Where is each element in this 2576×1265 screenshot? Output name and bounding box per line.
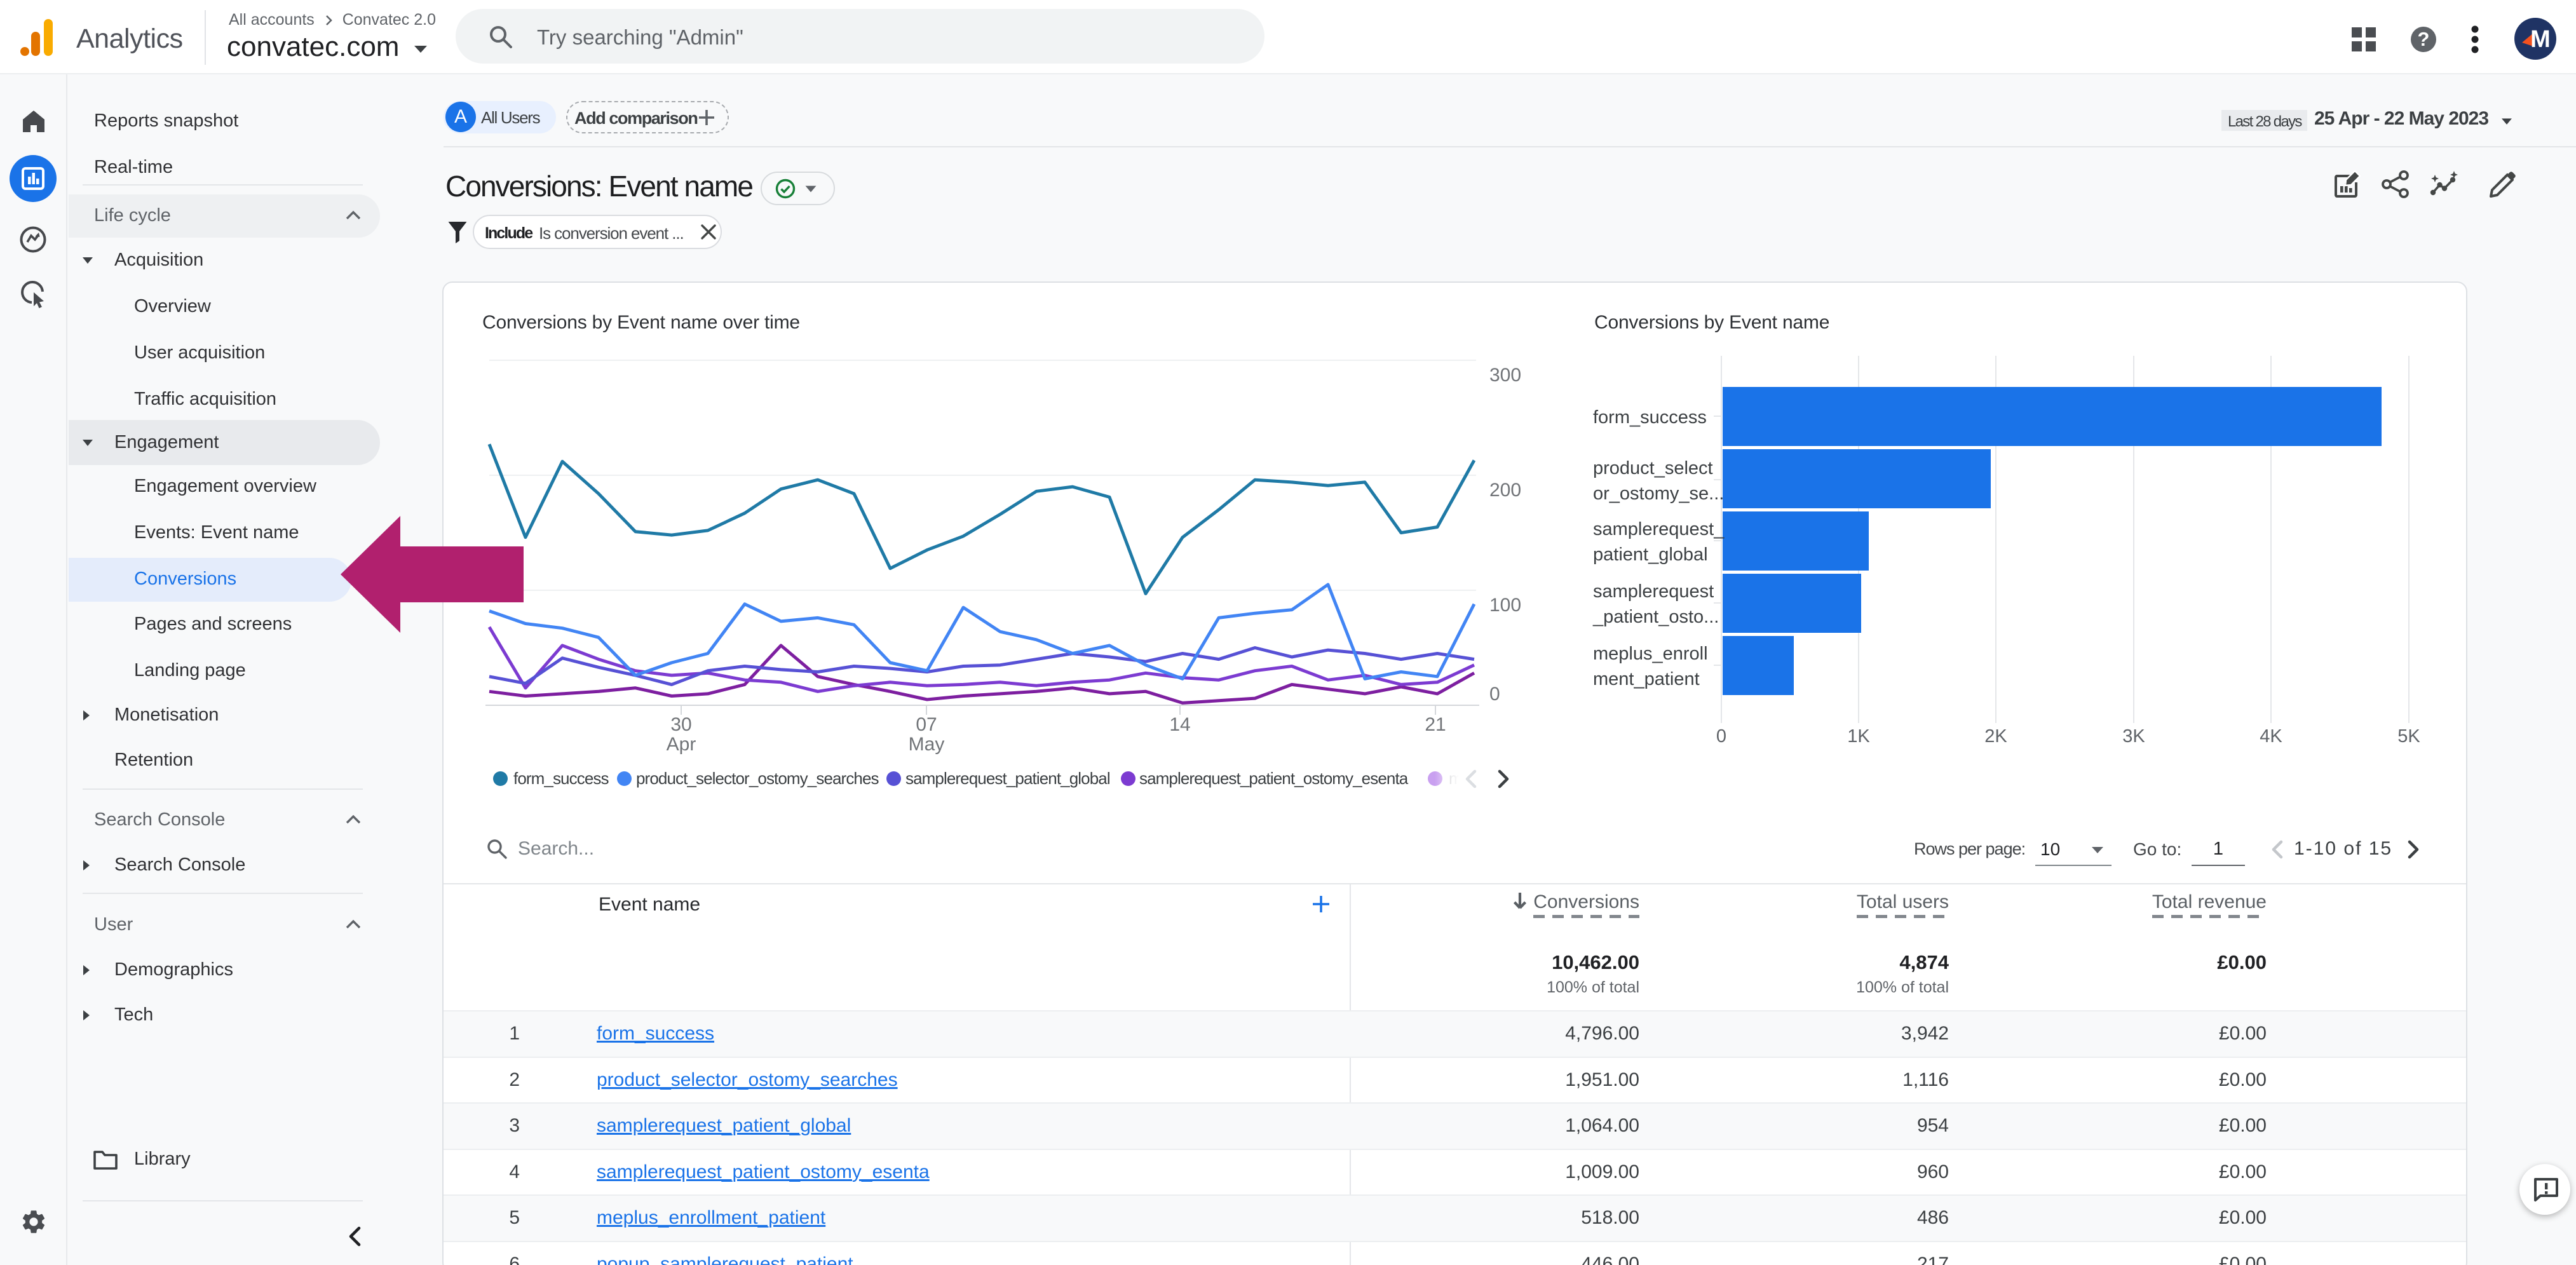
- svg-text:30: 30: [670, 714, 691, 735]
- svg-text:100: 100: [1489, 595, 1521, 616]
- svg-text:samplerequest_: samplerequest_: [1593, 519, 1725, 539]
- svg-text:21: 21: [1425, 714, 1446, 735]
- svg-text:patient_global: patient_global: [1593, 545, 1708, 565]
- svg-text:Apr: Apr: [667, 734, 696, 755]
- svg-text:300: 300: [1489, 365, 1521, 386]
- svg-text:samplerequest: samplerequest: [1593, 581, 1714, 602]
- svg-text:M: M: [2530, 26, 2551, 53]
- svg-text:4K: 4K: [2260, 726, 2282, 747]
- svg-text:meplus_enroll: meplus_enroll: [1593, 644, 1708, 664]
- svg-text:0: 0: [1716, 726, 1726, 747]
- svg-text:ment_patient: ment_patient: [1593, 669, 1700, 689]
- svg-text:07: 07: [916, 714, 937, 735]
- svg-text:product_select: product_select: [1593, 458, 1713, 478]
- svg-text:_patient_osto...: _patient_osto...: [1592, 607, 1719, 627]
- svg-text:5K: 5K: [2397, 726, 2420, 747]
- svg-text:0: 0: [1489, 684, 1500, 705]
- svg-text:May: May: [909, 734, 945, 755]
- svg-text:2K: 2K: [1984, 726, 2007, 747]
- svg-text:14: 14: [1169, 714, 1190, 735]
- svg-text:1K: 1K: [1847, 726, 1870, 747]
- svg-text:form_success: form_success: [1593, 407, 1707, 428]
- svg-text:or_ostomy_se...: or_ostomy_se...: [1593, 484, 1724, 504]
- svg-text:?: ?: [2418, 28, 2430, 50]
- svg-text:3K: 3K: [2122, 726, 2145, 747]
- svg-text:200: 200: [1489, 480, 1521, 501]
